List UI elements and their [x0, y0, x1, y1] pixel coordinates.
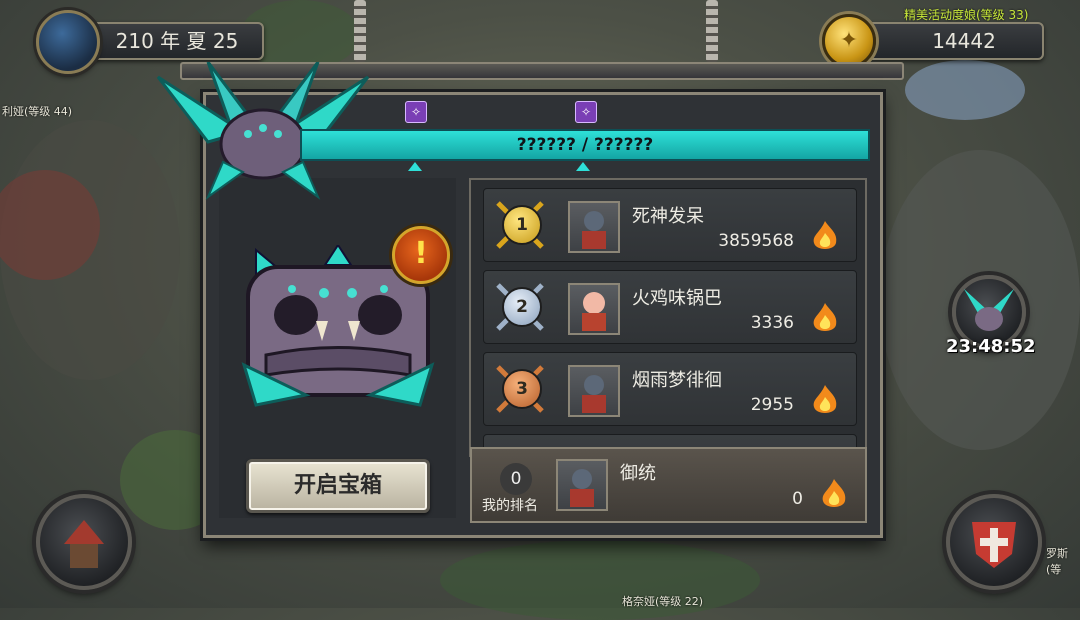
rank-number: 1 — [516, 215, 528, 235]
background-grass — [440, 540, 760, 620]
player-name: 火鸡味锅巴 — [632, 288, 722, 309]
ranking-row[interactable]: 1 死神发呆 3859568 — [483, 188, 857, 262]
rank-medal-gold: 1 — [502, 205, 542, 245]
buff-icon[interactable]: ✧ — [405, 101, 427, 123]
guild-label[interactable]: 精美活动度娘(等级 33) — [904, 6, 1028, 23]
player-name: 烟雨梦徘徊 — [632, 370, 722, 391]
gold-coin-icon[interactable]: ✦ — [822, 14, 876, 68]
boss-progress-bar: ?????? / ?????? — [300, 129, 870, 161]
npc-label-bottom[interactable]: 格奈娅(等级 22) — [622, 593, 703, 609]
buff-icon[interactable]: ✧ — [575, 101, 597, 123]
alert-icon[interactable]: ! — [392, 226, 450, 284]
npc-label-left[interactable]: 利娅(等级 44) — [2, 103, 72, 119]
npc-label-right[interactable]: 罗斯(等 — [1046, 545, 1080, 577]
rank-medal-bronze: 3 — [502, 369, 542, 409]
ranking-list[interactable]: 1 死神发呆 3859568 2 火鸡味锅巴 3336 3 烟雨梦徘徊 2955… — [469, 178, 867, 457]
avatar[interactable] — [568, 283, 620, 335]
battle-button[interactable] — [946, 494, 1042, 590]
rank-number: 2 — [516, 297, 528, 317]
house-icon — [64, 520, 104, 568]
alert-symbol: ! — [414, 236, 428, 271]
flame-icon — [822, 479, 846, 507]
avatar[interactable] — [556, 459, 608, 511]
open-chest-label: 开启宝箱 — [293, 473, 382, 498]
avatar[interactable] — [568, 365, 620, 417]
my-rank-row[interactable]: 0 我的排名 御统 0 — [470, 447, 867, 523]
player-score: 2955 — [750, 395, 794, 415]
rank-number: 3 — [516, 379, 528, 399]
flame-icon — [813, 221, 837, 249]
dragon-blue — [905, 60, 1025, 120]
my-player-name: 御统 — [620, 463, 656, 484]
flame-icon — [813, 303, 837, 331]
gold-display[interactable]: 14442 — [860, 22, 1044, 60]
my-rank-number: 0 — [500, 463, 532, 495]
my-rank-label: 我的排名 — [482, 498, 538, 514]
home-building-button[interactable] — [36, 494, 132, 590]
shield-icon — [972, 522, 1016, 568]
my-player-score: 0 — [792, 489, 803, 509]
chain-right — [706, 0, 718, 62]
progress-marker — [576, 162, 590, 171]
player-score: 3336 — [750, 313, 794, 333]
flame-icon — [813, 385, 837, 413]
gold-amount: 14442 — [932, 29, 996, 53]
player-name: 死神发呆 — [632, 206, 704, 227]
date-text: 210 年 夏 25 — [115, 29, 239, 53]
player-score: 3859568 — [718, 231, 794, 251]
chain-left — [354, 0, 366, 62]
open-chest-button[interactable]: 开启宝箱 — [246, 459, 430, 513]
ranking-row[interactable]: 2 火鸡味锅巴 3336 — [483, 270, 857, 344]
boss-progress-text: ?????? / ?????? — [516, 135, 654, 155]
avatar[interactable] — [568, 201, 620, 253]
rank-medal-silver: 2 — [502, 287, 542, 327]
progress-marker — [408, 162, 422, 171]
season-moon-icon[interactable] — [36, 10, 100, 74]
ranking-row[interactable]: 3 烟雨梦徘徊 2955 — [483, 352, 857, 426]
event-timer: 23:48:52 — [946, 336, 1036, 357]
